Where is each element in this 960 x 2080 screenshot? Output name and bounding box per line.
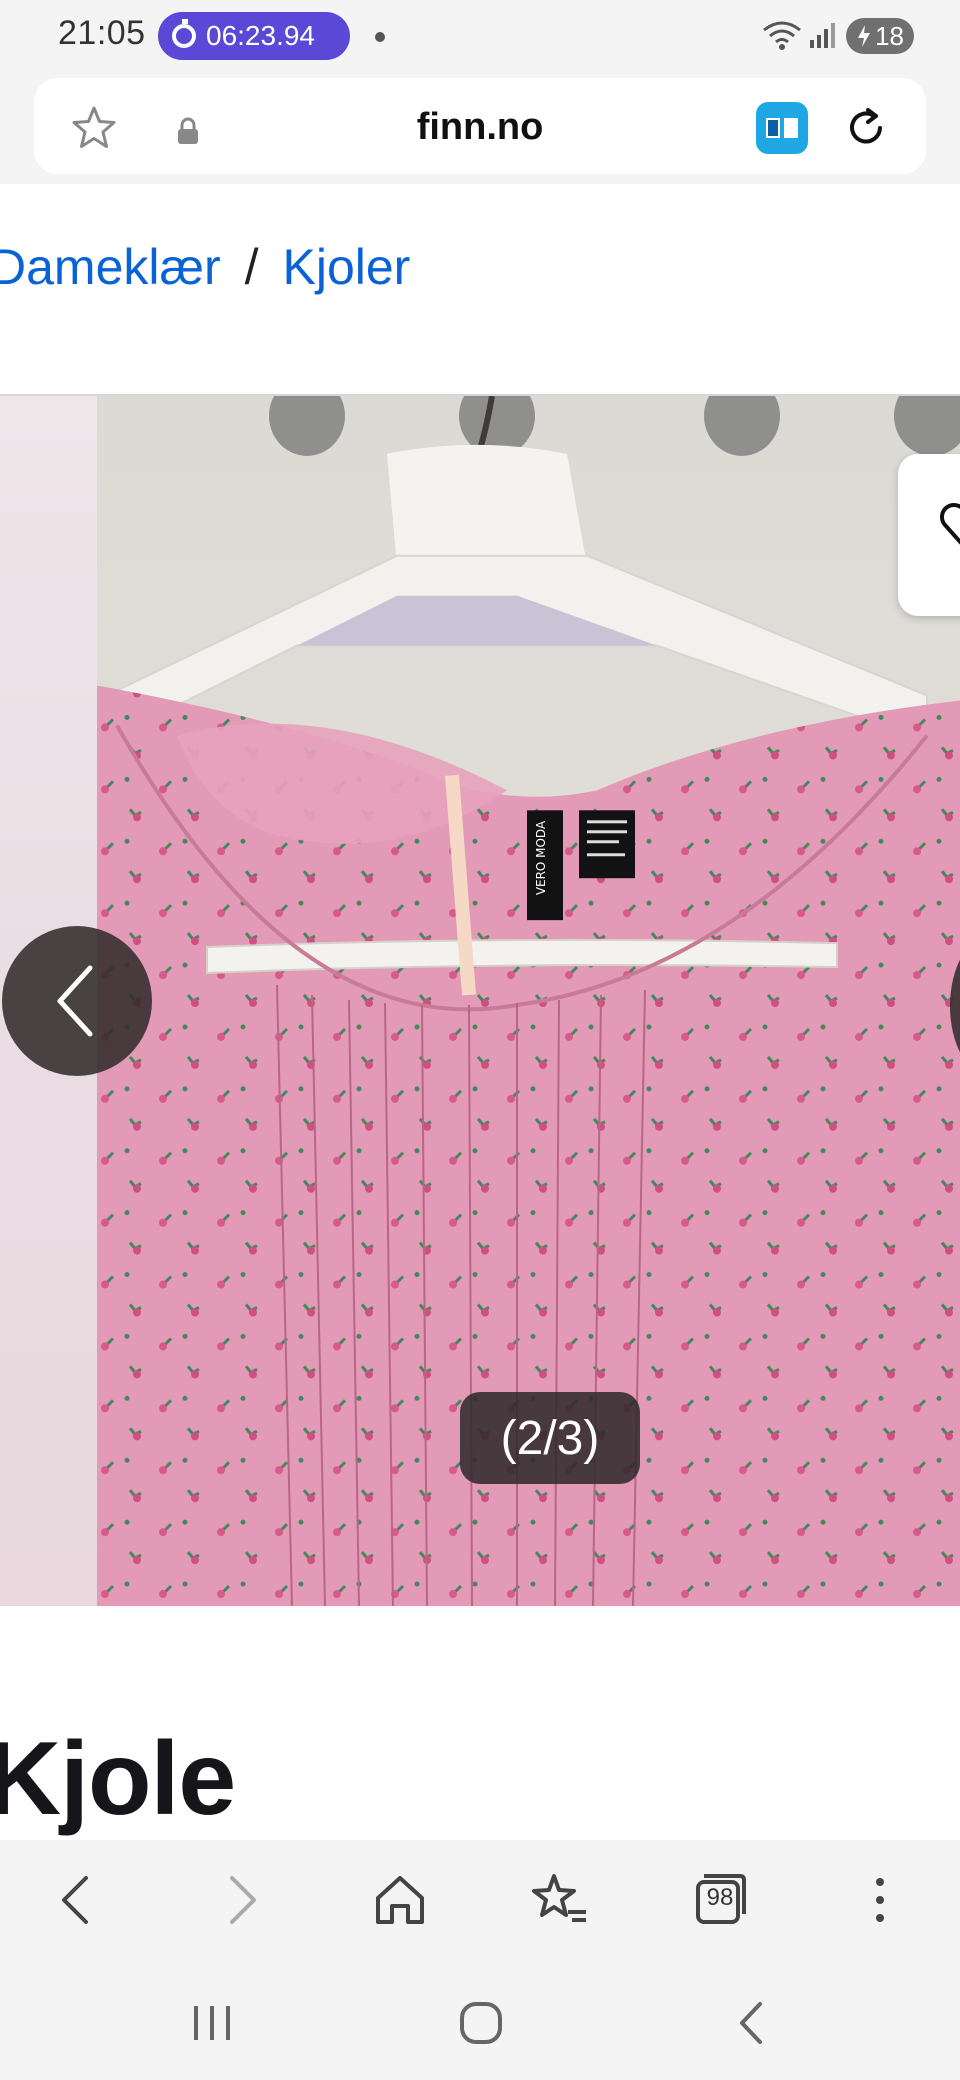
recents-icon[interactable] — [182, 1998, 242, 2048]
timer-icon — [172, 19, 196, 48]
status-time: 21:05 — [58, 14, 146, 52]
browser-url-area: finn.no — [0, 72, 960, 184]
system-back-icon[interactable] — [720, 1998, 780, 2048]
battery-level: 18 — [875, 20, 904, 51]
listing-title: Kjole — [0, 1721, 236, 1837]
breadcrumb-separator: / — [244, 239, 259, 295]
image-gallery[interactable]: VERO MODA (2/3) — [0, 394, 960, 1606]
breadcrumb-item-kjoler[interactable]: Kjoler — [283, 238, 411, 296]
chevron-left-icon — [57, 965, 93, 1037]
breadcrumb: Dameklær / Kjoler — [0, 238, 410, 296]
battery-icon: 18 — [846, 18, 914, 54]
wifi-icon — [763, 21, 801, 50]
notification-dot — [375, 32, 385, 42]
bookmarks-icon[interactable] — [530, 1870, 590, 1930]
address-bar[interactable]: finn.no — [34, 78, 926, 174]
breadcrumb-item-damek[interactable]: Dameklær — [0, 238, 221, 296]
reload-icon[interactable] — [840, 102, 892, 154]
chevron-right-icon — [950, 936, 960, 1076]
status-bar: 21:05 06:23.94 18 — [0, 0, 960, 72]
browser-toolbar: 98 — [0, 1840, 960, 1960]
image-counter: (2/3) — [460, 1392, 640, 1484]
brand-label-text: VERO MODA — [534, 820, 548, 895]
timer-value: 06:23.94 — [206, 20, 315, 51]
reader-mode-icon[interactable] — [756, 102, 808, 154]
home-circle-icon[interactable] — [450, 1998, 510, 2048]
forward-icon[interactable] — [210, 1870, 270, 1930]
home-icon[interactable] — [370, 1870, 430, 1930]
screen: 21:05 06:23.94 18 finn.no Dameklær / Kjo… — [0, 0, 960, 2080]
signal-icon — [810, 23, 835, 48]
back-icon[interactable] — [48, 1870, 108, 1930]
favorite-heart-icon[interactable] — [940, 500, 960, 550]
timer-pill[interactable]: 06:23.94 — [158, 12, 350, 60]
tabs-icon[interactable]: 98 — [690, 1870, 750, 1930]
system-nav-bar — [0, 1960, 960, 2080]
previous-image-button[interactable] — [2, 926, 152, 1076]
more-icon[interactable] — [850, 1870, 910, 1930]
next-image-button[interactable] — [950, 936, 960, 1076]
tabs-count: 98 — [706, 1884, 734, 1911]
